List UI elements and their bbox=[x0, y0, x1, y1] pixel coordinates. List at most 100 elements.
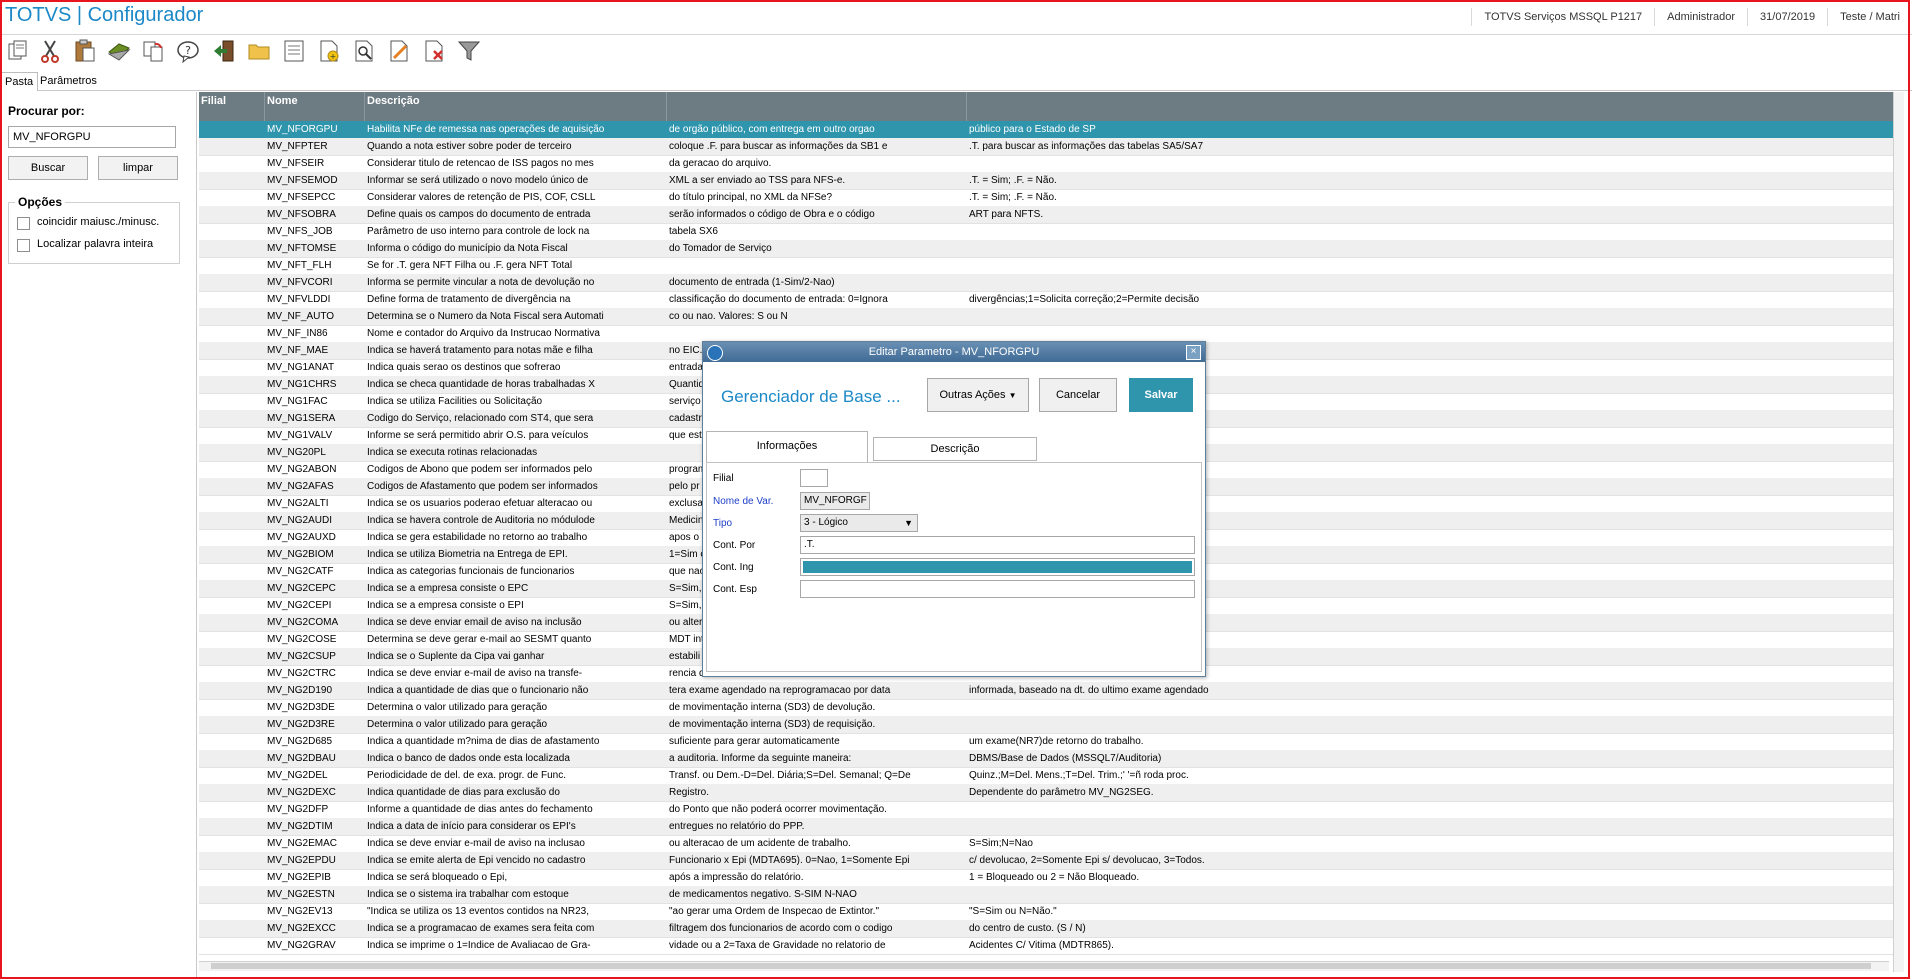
col-descricao[interactable]: Descrição bbox=[367, 95, 420, 107]
horizontal-scrollbar[interactable] bbox=[199, 961, 1889, 971]
cell-descricao-2: da geracao do arquivo. bbox=[669, 158, 772, 169]
cont-ing-field[interactable] bbox=[800, 558, 1195, 576]
table-row[interactable]: MV_NFT_FLH Se for .T. gera NFT Filha ou .… bbox=[199, 257, 1899, 275]
cont-por-field[interactable]: .T. bbox=[800, 536, 1195, 554]
cell-nome: MV_NG2CEPC bbox=[267, 583, 336, 594]
col-filial[interactable]: Filial bbox=[201, 95, 226, 107]
whole-word-checkbox[interactable] bbox=[17, 239, 30, 252]
edit-parameter-dialog: Editar Parametro - MV_NFORGPU × Gerencia… bbox=[702, 341, 1206, 677]
tab-descricao[interactable]: Descrição bbox=[873, 437, 1037, 461]
match-case-checkbox[interactable] bbox=[17, 217, 30, 230]
table-row[interactable]: MV_NFORGPU Habilita NFe de remessa nas op… bbox=[199, 121, 1899, 139]
options-group: Opções coincidir maiusc./minusc. Localiz… bbox=[8, 195, 180, 264]
table-row[interactable]: MV_NG2D190 Indica a quantidade de dias qu… bbox=[199, 682, 1899, 700]
cell-descricao-2: vidade ou a 2=Taxa de Gravidade no relat… bbox=[669, 940, 886, 951]
cell-nome: MV_NG2DBAU bbox=[267, 753, 336, 764]
cell-nome: MV_NG2COSE bbox=[267, 634, 337, 645]
cell-descricao-3: .T. = Sim; .F. = Não. bbox=[969, 192, 1057, 203]
cont-esp-field[interactable] bbox=[800, 580, 1195, 598]
cell-nome: MV_NG1CHRS bbox=[267, 379, 337, 390]
nome-field[interactable]: MV_NFORGF bbox=[800, 492, 870, 510]
table-row[interactable]: MV_NFS_JOB Parâmetro de uso interno para … bbox=[199, 223, 1899, 241]
list-icon[interactable] bbox=[281, 38, 307, 64]
copy-icon[interactable] bbox=[5, 38, 31, 64]
cell-descricao-2: suficiente para gerar automaticamente bbox=[669, 736, 840, 747]
save-button[interactable]: Salvar bbox=[1129, 378, 1193, 412]
cell-descricao: Indica se os usuarios poderao efetuar al… bbox=[367, 498, 593, 509]
cell-descricao: Indica se o sistema ira trabalhar com es… bbox=[367, 889, 569, 900]
search-input[interactable] bbox=[8, 126, 176, 148]
cell-descricao: Indica a quantidade m?nima de dias de af… bbox=[367, 736, 600, 747]
close-icon[interactable]: × bbox=[1186, 345, 1201, 360]
table-row[interactable]: MV_NG2D3RE Determina o valor utilizado pa… bbox=[199, 716, 1899, 734]
cell-nome: MV_NF_IN86 bbox=[267, 328, 328, 339]
table-row[interactable]: MV_NFSEPCC Considerar valores de retenção… bbox=[199, 189, 1899, 207]
table-row[interactable]: MV_NFPTER Quando a nota estiver sobre pod… bbox=[199, 138, 1899, 156]
filial-field[interactable] bbox=[800, 469, 828, 487]
cut-icon[interactable] bbox=[37, 38, 63, 64]
table-row[interactable]: MV_NG2EV13 "Indica se utiliza os 13 event… bbox=[199, 903, 1899, 921]
cell-descricao: Determina se deve gerar e-mail ao SESMT … bbox=[367, 634, 592, 645]
table-row[interactable]: MV_NFSOBRA Define quais os campos do docu… bbox=[199, 206, 1899, 224]
table-row[interactable]: MV_NFVCORI Informa se permite vincular a … bbox=[199, 274, 1899, 292]
table-row[interactable]: MV_NG2DTIM Indica a data de início para c… bbox=[199, 818, 1899, 836]
folder-icon[interactable] bbox=[246, 38, 272, 64]
add-icon[interactable]: + bbox=[316, 38, 342, 64]
filter-icon[interactable] bbox=[456, 38, 482, 64]
table-row[interactable]: MV_NG2DEXC Indica quantidade de dias para… bbox=[199, 784, 1899, 802]
delete-icon[interactable] bbox=[421, 38, 447, 64]
table-row[interactable]: MV_NFTOMSE Informa o código do município … bbox=[199, 240, 1899, 258]
paste-icon[interactable] bbox=[72, 38, 98, 64]
search-button[interactable]: Buscar bbox=[8, 156, 88, 180]
cell-nome: MV_NG2AUDI bbox=[267, 515, 333, 526]
table-row[interactable]: MV_NG2GRAV Indica se imprime o 1=Indice d… bbox=[199, 937, 1899, 955]
cell-nome: MV_NG2D3RE bbox=[267, 719, 335, 730]
tab-informacoes[interactable]: Informações bbox=[706, 431, 868, 463]
cell-nome: MV_NF_AUTO bbox=[267, 311, 335, 322]
cell-descricao-2: do Ponto que não poderá ocorrer moviment… bbox=[669, 804, 887, 815]
tag-icon[interactable] bbox=[106, 38, 132, 64]
search-doc-icon[interactable] bbox=[351, 38, 377, 64]
cell-descricao: Informa se permite vincular a nota de de… bbox=[367, 277, 595, 288]
help-icon[interactable]: ? bbox=[175, 38, 201, 64]
edit-icon[interactable] bbox=[386, 38, 412, 64]
cell-descricao: Indica o banco de dados onde esta locali… bbox=[367, 753, 570, 764]
cell-descricao: Informe se será permitido abrir O.S. par… bbox=[367, 430, 589, 441]
cell-descricao-2: Funcionario x Epi (MDTA695). 0=Nao, 1=So… bbox=[669, 855, 910, 866]
tab-pasta[interactable]: Pasta bbox=[0, 72, 39, 91]
tab-parametros[interactable]: Parâmetros bbox=[36, 72, 101, 90]
sync-icon[interactable] bbox=[140, 38, 166, 64]
col-nome[interactable]: Nome bbox=[267, 95, 298, 107]
table-row[interactable]: MV_NG2DFP Informe a quantidade de dias an… bbox=[199, 801, 1899, 819]
cell-descricao-2: a auditoria. Informe da seguinte maneira… bbox=[669, 753, 852, 764]
clear-button[interactable]: limpar bbox=[98, 156, 178, 180]
cont-ing-label: Cont. Ing bbox=[713, 562, 754, 573]
cell-descricao-3: S=Sim;N=Nao bbox=[969, 838, 1033, 849]
table-row[interactable]: MV_NG2EPIB Indica se será bloqueado o Epi… bbox=[199, 869, 1899, 887]
other-actions-button[interactable]: Outras Ações ▼ bbox=[927, 378, 1029, 412]
tab-bar: Pasta Parâmetros bbox=[0, 70, 1912, 91]
cell-descricao-3: ART para NFTS. bbox=[969, 209, 1044, 220]
scroll-thumb[interactable] bbox=[211, 963, 1871, 969]
tipo-select[interactable]: 3 - Lógico ▼ bbox=[800, 514, 918, 532]
cell-descricao: Codigos de Abono que podem ser informado… bbox=[367, 464, 593, 475]
table-row[interactable]: MV_NG2EXCC Indica se a programacao de exa… bbox=[199, 920, 1899, 938]
table-row[interactable]: MV_NG2DBAU Indica o banco de dados onde e… bbox=[199, 750, 1899, 768]
table-row[interactable]: MV_NG2DEL Periodicidade de del. de exa. p… bbox=[199, 767, 1899, 785]
table-row[interactable]: MV_NG2EMAC Indica se deve enviar e-mail d… bbox=[199, 835, 1899, 853]
cancel-button[interactable]: Cancelar bbox=[1039, 378, 1117, 412]
table-row[interactable]: MV_NFVLDDI Define forma de tratamento de … bbox=[199, 291, 1899, 309]
table-row[interactable]: MV_NFSEIR Considerar titulo de retencao d… bbox=[199, 155, 1899, 173]
tipo-label: Tipo bbox=[713, 518, 733, 529]
search-panel: Procurar por: Buscar limpar Opções coinc… bbox=[0, 92, 197, 979]
table-row[interactable]: MV_NG2D685 Indica a quantidade m?nima de … bbox=[199, 733, 1899, 751]
cell-nome: MV_NG2EXCC bbox=[267, 923, 336, 934]
cell-nome: MV_NG1ANAT bbox=[267, 362, 335, 373]
table-row[interactable]: MV_NG2EPDU Indica se emite alerta de Epi … bbox=[199, 852, 1899, 870]
table-row[interactable]: MV_NG2D3DE Determina o valor utilizado pa… bbox=[199, 699, 1899, 717]
exit-icon[interactable] bbox=[211, 38, 237, 64]
vertical-scrollbar[interactable] bbox=[1893, 92, 1904, 972]
table-row[interactable]: MV_NG2ESTN Indica se o sistema ira trabal… bbox=[199, 886, 1899, 904]
table-row[interactable]: MV_NFSEMOD Informar se será utilizado o n… bbox=[199, 172, 1899, 190]
table-row[interactable]: MV_NF_AUTO Determina se o Numero da Nota … bbox=[199, 308, 1899, 326]
